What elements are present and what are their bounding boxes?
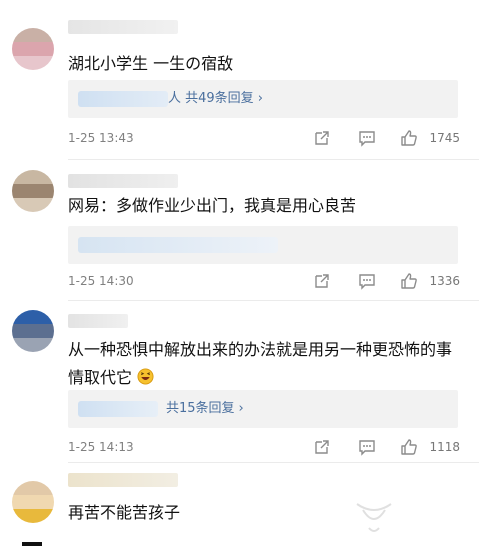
like-count: 1745 xyxy=(429,131,460,145)
reply-author-blurred xyxy=(78,237,278,253)
avatar[interactable] xyxy=(12,28,54,70)
comment-meta: 1-25 14:13 1118 xyxy=(68,438,460,458)
comment-icon[interactable] xyxy=(358,438,376,456)
reply-summary: 共15条回复 xyxy=(166,401,235,416)
comment-icon[interactable] xyxy=(358,272,376,290)
comment-text: 网易：多做作业少出门，我真是用心良苦 xyxy=(68,196,357,215)
divider xyxy=(22,542,42,546)
comment-time: 1-25 14:30 xyxy=(68,274,134,288)
username-blurred[interactable] xyxy=(68,473,178,487)
comment-time: 1-25 13:43 xyxy=(68,131,134,145)
thumbs-up-icon[interactable] xyxy=(400,129,418,147)
comment-item: 再苦不能苦孩子 xyxy=(0,463,479,546)
chevron-right-icon: › xyxy=(238,401,244,416)
share-icon[interactable] xyxy=(313,438,331,456)
comment-icon[interactable] xyxy=(358,129,376,147)
comment-meta: 1-25 13:43 1745 xyxy=(68,129,460,149)
thumbs-up-icon[interactable] xyxy=(400,272,418,290)
like-count: 1336 xyxy=(429,274,460,288)
reply-preview[interactable]: 人 共49条回复 › xyxy=(68,80,458,118)
comment-text: 湖北小学生 一生の宿敌 xyxy=(68,54,234,73)
share-icon[interactable] xyxy=(313,129,331,147)
reply-preview[interactable]: 共15条回复 › xyxy=(68,390,458,428)
reply-summary: 人 共49条回复 xyxy=(168,91,254,106)
avatar[interactable] xyxy=(12,170,54,212)
reply-author-blurred xyxy=(78,91,168,107)
like-count: 1118 xyxy=(429,440,460,454)
laughing-emoji-icon xyxy=(137,368,154,385)
avatar[interactable] xyxy=(12,481,54,523)
comment-item: 湖北小学生 一生の宿敌 人 共49条回复 › 1-25 13:43 1745 xyxy=(0,0,479,160)
comment-text-content: 从一种恐惧中解放出来的办法就是用另一种更恐怖的事情取代它 xyxy=(68,340,453,387)
comment-item: 从一种恐惧中解放出来的办法就是用另一种更恐怖的事情取代它 共15条回复 › 1-2… xyxy=(0,300,479,463)
reply-author-blurred xyxy=(78,401,158,417)
avatar[interactable] xyxy=(12,310,54,352)
comment-item: 网易：多做作业少出门，我真是用心良苦 1-25 14:30 1336 xyxy=(0,160,479,301)
reply-preview[interactable] xyxy=(68,226,458,264)
username-blurred[interactable] xyxy=(68,174,178,188)
username-blurred[interactable] xyxy=(68,314,128,328)
comment-text: 从一种恐惧中解放出来的办法就是用另一种更恐怖的事情取代它 xyxy=(68,336,455,392)
thumbs-up-icon[interactable] xyxy=(400,438,418,456)
watermark-logo xyxy=(356,503,392,532)
share-icon[interactable] xyxy=(313,272,331,290)
comment-meta: 1-25 14:30 1336 xyxy=(68,272,460,292)
username-blurred[interactable] xyxy=(68,20,178,34)
comment-time: 1-25 14:13 xyxy=(68,440,134,454)
chevron-right-icon: › xyxy=(257,91,263,106)
